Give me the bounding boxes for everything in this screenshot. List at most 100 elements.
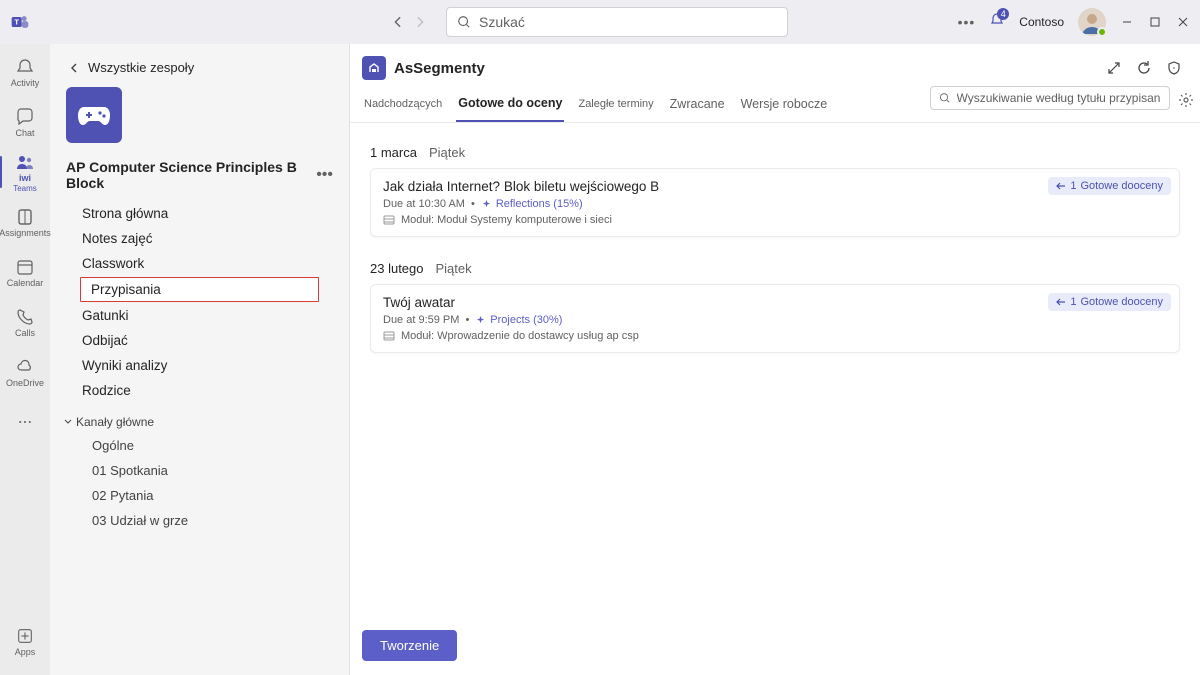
- search-placeholder: Szukać: [479, 14, 525, 30]
- tab-returned[interactable]: Zwracane: [668, 89, 727, 121]
- main: AsSegmenty Nadchodzących Gotowe do oceny…: [350, 44, 1200, 675]
- team-header: AP Computer Science Principles B Block •…: [50, 153, 349, 201]
- filter-search[interactable]: Wyszukiwanie według tytułu przypisania: [930, 86, 1170, 110]
- assignments-icon: [15, 207, 35, 227]
- nav-reflect[interactable]: Odbijać: [50, 328, 349, 353]
- rail-apps[interactable]: Apps: [0, 617, 50, 665]
- rail-label: Assignments: [0, 229, 51, 238]
- team-tile[interactable]: [66, 87, 122, 143]
- channel-02[interactable]: 02 Pytania: [50, 483, 349, 508]
- channel-label: Ogólne: [92, 438, 134, 453]
- search-icon: [939, 92, 951, 104]
- rail-teams[interactable]: iwi Teams: [0, 148, 50, 196]
- filter-placeholder: Wyszukiwanie według tytułu przypisania: [957, 91, 1162, 105]
- card-category: Projects (30%): [475, 314, 562, 326]
- tab-overdue[interactable]: Zaległe terminy: [576, 90, 655, 120]
- settings-button[interactable]: [1178, 92, 1194, 113]
- titlebar-left: T: [10, 12, 30, 32]
- create-button[interactable]: Tworzenie: [362, 630, 457, 661]
- page-header-right: [1106, 60, 1182, 76]
- rail-label: Calendar: [7, 279, 44, 288]
- teams-icon: [15, 152, 35, 172]
- page-header-left: AsSegmenty: [362, 56, 485, 80]
- avatar[interactable]: [1078, 8, 1106, 36]
- date-secondary: Piątek: [429, 145, 465, 160]
- team-more-button[interactable]: •••: [316, 166, 333, 184]
- date-separator: 1 marca Piątek: [370, 135, 1180, 168]
- channel-tag: 02: [92, 488, 106, 503]
- titlebar-right: ••• 4 Contoso: [958, 8, 1190, 36]
- page-title: AsSegmenty: [394, 60, 485, 77]
- refresh-button[interactable]: [1136, 60, 1152, 76]
- nav-notes[interactable]: Notes zajęć: [50, 226, 349, 251]
- nav-list: Strona główna Notes zajęć Classwork Przy…: [50, 201, 349, 403]
- rail-chat[interactable]: Chat: [0, 98, 50, 146]
- chevron-left-icon: [68, 62, 80, 74]
- rail-label: iwi: [19, 174, 31, 183]
- channel-tag: 01: [92, 463, 106, 478]
- rail-onedrive[interactable]: OneDrive: [0, 348, 50, 396]
- rail-assignments[interactable]: Assignments: [0, 198, 50, 246]
- nav-classwork[interactable]: Classwork: [50, 251, 349, 276]
- module-icon: [383, 330, 395, 342]
- nav-grades[interactable]: Gatunki: [50, 303, 349, 328]
- channel-01[interactable]: 01 Spotkania: [50, 458, 349, 483]
- body: Activity Chat iwi Teams Assignments Cale…: [0, 44, 1200, 675]
- module-icon: [383, 214, 395, 226]
- forward-button[interactable]: [412, 14, 428, 30]
- notifications-button[interactable]: 4: [989, 12, 1005, 33]
- rail-more[interactable]: [0, 398, 50, 446]
- all-teams-label: Wszystkie zespoły: [88, 60, 194, 75]
- rail-calls[interactable]: Calls: [0, 298, 50, 346]
- nav-home[interactable]: Strona główna: [50, 201, 349, 226]
- card-due: Due at 9:59 PM: [383, 314, 459, 326]
- channel-tag: 03: [92, 513, 106, 528]
- search-icon: [457, 15, 471, 29]
- nav-parents[interactable]: Rodzice: [50, 378, 349, 403]
- content: 1 marca Piątek Jak działa Internet? Blok…: [350, 123, 1200, 675]
- date-primary: 1 marca: [370, 145, 417, 160]
- rail-calendar[interactable]: Calendar: [0, 248, 50, 296]
- nav-insights[interactable]: Wyniki analizy: [50, 353, 349, 378]
- sparkle-icon: [481, 199, 492, 210]
- teams-logo-icon: T: [10, 12, 30, 32]
- tab-drafts[interactable]: Wersje robocze: [739, 89, 830, 121]
- gamepad-icon: [76, 101, 112, 129]
- caret-down-icon: [64, 418, 72, 426]
- channel-label: Pytania: [110, 488, 153, 503]
- footer: Tworzenie: [362, 630, 457, 661]
- rail-activity[interactable]: Activity: [0, 48, 50, 96]
- maximize-button[interactable]: [1148, 15, 1162, 29]
- assignments-app-icon: [362, 56, 386, 80]
- assignment-card[interactable]: Twój awatar Due at 9:59 PM • Projects (3…: [370, 284, 1180, 353]
- more-button[interactable]: •••: [958, 14, 976, 30]
- chat-icon: [15, 107, 35, 127]
- card-due: Due at 10:30 AM: [383, 198, 465, 210]
- assignment-card[interactable]: Jak działa Internet? Blok biletu wejścio…: [370, 168, 1180, 237]
- onedrive-icon: [15, 357, 35, 377]
- all-teams-link[interactable]: Wszystkie zespoły: [50, 50, 349, 83]
- app-root: T Szukać ••• 4 Contoso: [0, 0, 1200, 675]
- history-nav: [390, 14, 428, 30]
- search-input[interactable]: Szukać: [446, 7, 788, 37]
- back-button[interactable]: [390, 14, 406, 30]
- close-button[interactable]: [1176, 15, 1190, 29]
- nav-assignments[interactable]: Przypisania: [80, 277, 319, 302]
- shield-button[interactable]: [1166, 60, 1182, 76]
- rail-label: Apps: [15, 648, 36, 657]
- channel-03[interactable]: 03 Udział w grze: [50, 508, 349, 533]
- rail-label: Calls: [15, 329, 35, 338]
- channels-header[interactable]: Kanały główne: [50, 403, 349, 433]
- date-separator: 23 lutego Piątek: [370, 251, 1180, 284]
- titlebar: T Szukać ••• 4 Contoso: [0, 0, 1200, 44]
- date-secondary: Piątek: [436, 261, 472, 276]
- tab-upcoming[interactable]: Nadchodzących: [362, 90, 444, 120]
- expand-button[interactable]: [1106, 60, 1122, 76]
- minimize-button[interactable]: [1120, 15, 1134, 29]
- date-primary: 23 lutego: [370, 261, 424, 276]
- rail-label: Chat: [15, 129, 34, 138]
- tab-ready[interactable]: Gotowe do oceny: [456, 88, 564, 122]
- channel-label: Udział w grze: [110, 513, 188, 528]
- page-header: AsSegmenty: [350, 44, 1200, 88]
- channel-general[interactable]: Ogólne: [50, 433, 349, 458]
